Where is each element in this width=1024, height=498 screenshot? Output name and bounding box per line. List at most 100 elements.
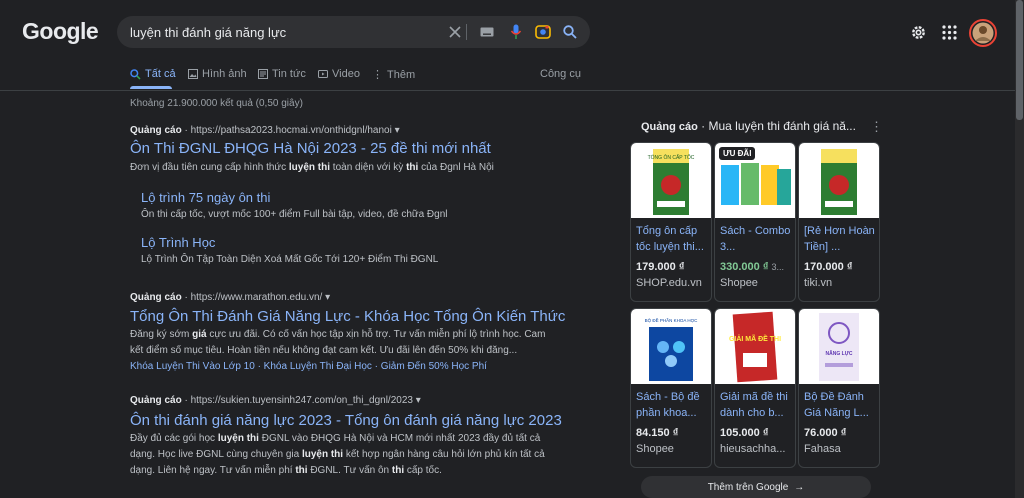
keyboard-icon[interactable]: [477, 22, 497, 42]
google-logo[interactable]: Google: [22, 18, 99, 45]
product-card[interactable]: GIẢI MÃ ĐỀ THI Giải mã đề thi dành cho b…: [714, 308, 796, 468]
product-card[interactable]: [Rẻ Hơn Hoàn Tiền] ... 170.000 ₫ tiki.vn: [798, 142, 880, 302]
deal-badge: ƯU ĐÃI: [719, 147, 756, 160]
product-price: 76.000 ₫: [804, 427, 847, 439]
product-image: NĂNG LỰC: [799, 309, 879, 384]
tab-label: Video: [332, 68, 360, 80]
sitelink-description: Ôn thi cấp tốc, vượt mốc 100+ điểm Full …: [141, 209, 448, 220]
product-store: tiki.vn: [804, 277, 833, 289]
original-price: 3...: [771, 262, 785, 272]
product-store: Fahasa: [804, 443, 841, 455]
shopping-title: · Mua luyện thi đánh giá nă...: [697, 119, 856, 133]
settings-gear-icon[interactable]: [910, 24, 927, 46]
product-price: 84.150 ₫: [636, 427, 679, 439]
tab-label: Hình ảnh: [202, 68, 247, 80]
dropdown-arrow-icon[interactable]: ▾: [395, 125, 400, 136]
clear-icon[interactable]: [445, 22, 465, 42]
product-name[interactable]: Bộ Đề Đánh Giá Năng L...: [804, 389, 876, 421]
ad-label: Quảng cáo: [130, 125, 182, 136]
result-url[interactable]: https://www.marathon.edu.vn/: [191, 292, 323, 303]
result-description: dạng. Học live ĐGNL cùng chuyên gia luyệ…: [130, 449, 545, 460]
product-image: ƯU ĐÃI: [715, 143, 795, 218]
tab-news[interactable]: Tin tức: [258, 68, 306, 80]
more-options-icon[interactable]: ⋮: [870, 119, 883, 135]
cover-text: NĂNG LỰC: [826, 350, 853, 357]
product-price: 170.000 ₫: [804, 261, 853, 273]
ad-label: Quảng cáo: [130, 292, 182, 303]
product-store: SHOP.edu.vn: [636, 277, 702, 289]
microphone-icon[interactable]: [506, 22, 526, 42]
product-name[interactable]: [Rẻ Hơn Hoàn Tiền] ...: [804, 223, 876, 255]
product-name[interactable]: Sách - Bộ đề phần khoa...: [636, 389, 708, 421]
product-image: [799, 143, 879, 218]
product-card[interactable]: ƯU ĐÃI Sách - Combo 3... 330.000 ₫ 3... …: [714, 142, 796, 302]
product-card[interactable]: BỘ ĐỀ PHẦN KHOA HỌC Sách - Bộ đề phần kh…: [630, 308, 712, 468]
product-image: BỘ ĐỀ PHẦN KHOA HỌC: [631, 309, 711, 384]
result-title[interactable]: Ôn thi đánh giá năng lực 2023 - Tổng ôn …: [130, 412, 562, 429]
news-icon: [258, 69, 268, 79]
result-title[interactable]: Ôn Thi ĐGNL ĐHQG Hà Nội 2023 - 25 đề thi…: [130, 140, 491, 157]
divider: [466, 24, 467, 40]
product-name[interactable]: Tổng ôn cấp tốc luyện thi...: [636, 223, 708, 255]
product-name[interactable]: Giải mã đề thi dành cho b...: [720, 389, 792, 421]
camera-lens-icon[interactable]: [533, 22, 553, 42]
result-url[interactable]: https://sukien.tuyensinh247.com/on_thi_d…: [191, 395, 413, 406]
tab-all[interactable]: Tất cả: [130, 68, 176, 80]
search-icon[interactable]: [560, 22, 580, 42]
search-input[interactable]: luyện thi đánh giá năng lực: [130, 25, 286, 40]
active-tab-indicator: [130, 86, 172, 89]
result-description: Đăng ký sớm giá cực ưu đãi. Có cố vấn họ…: [130, 329, 546, 340]
result-title[interactable]: Tổng Ôn Thi Đánh Giá Năng Lực - Khóa Học…: [130, 308, 565, 325]
more-on-google-label: Thêm trên Google: [707, 481, 789, 493]
more-vert-icon: ⋮: [372, 69, 383, 81]
cover-text: TỔNG ÔN CẤP TỐC: [648, 154, 695, 161]
search-icon: [130, 68, 141, 80]
result-description: Đầy đủ các gói học luyện thi ĐGNL vào ĐH…: [130, 433, 541, 444]
product-store: Shopee: [636, 443, 674, 455]
product-price: 179.000 ₫: [636, 261, 685, 273]
tab-more[interactable]: ⋮ Thêm: [372, 68, 416, 82]
scrollbar-thumb[interactable]: [1016, 0, 1023, 120]
sitelink-title[interactable]: Lộ trình 75 ngày ôn thi: [141, 190, 270, 205]
ad-url-line: Quảng cáo · https://sukien.tuyensinh247.…: [130, 395, 421, 406]
dropdown-arrow-icon[interactable]: ▾: [325, 292, 330, 303]
product-store: Shopee: [720, 277, 758, 289]
user-avatar[interactable]: [969, 19, 997, 52]
apps-grid-icon[interactable]: [942, 25, 957, 45]
result-description: Đơn vị đầu tiên cung cấp hình thức luyện…: [130, 162, 494, 173]
sitelink-title[interactable]: Lộ Trình Học: [141, 235, 215, 250]
sitelink-description: Lộ Trình Ôn Tập Toàn Diện Xoá Mất Gốc Tớ…: [141, 254, 439, 265]
product-image: TỔNG ÔN CẤP TỐC: [631, 143, 711, 218]
product-name[interactable]: Sách - Combo 3...: [720, 223, 792, 255]
tab-label: Thêm: [387, 68, 416, 81]
tools-label: Công cụ: [540, 68, 581, 80]
search-box[interactable]: luyện thi đánh giá năng lực: [117, 16, 590, 48]
product-price: 330.000 ₫ 3...: [720, 261, 785, 273]
result-description: kết điểm số mục tiêu. Hoàn tiền nếu khôn…: [130, 345, 518, 356]
tab-videos[interactable]: Video: [318, 68, 360, 80]
ad-url-line: Quảng cáo · https://pathsa2023.hocmai.vn…: [130, 125, 400, 136]
ad-label: Quảng cáo: [130, 395, 182, 406]
result-description: dạng. Liên hệ ngay. Tư vấn miễn phí thi …: [130, 465, 442, 476]
ad-url-line: Quảng cáo · https://www.marathon.edu.vn/…: [130, 292, 331, 303]
tools-button[interactable]: Công cụ: [540, 68, 581, 80]
product-card[interactable]: NĂNG LỰC Bộ Đề Đánh Giá Năng L... 76.000…: [798, 308, 880, 468]
arrow-right-icon: →: [794, 481, 805, 493]
product-card[interactable]: TỔNG ÔN CẤP TỐC Tổng ôn cấp tốc luyện th…: [630, 142, 712, 302]
video-icon: [318, 70, 328, 78]
tab-images[interactable]: Hình ảnh: [188, 68, 247, 80]
dropdown-arrow-icon[interactable]: ▾: [416, 395, 421, 406]
product-price: 105.000 ₫: [720, 427, 769, 439]
tab-label: Tin tức: [272, 68, 306, 80]
product-image: GIẢI MÃ ĐỀ THI: [715, 309, 795, 384]
ad-label: Quảng cáo: [641, 121, 698, 133]
result-url[interactable]: https://pathsa2023.hocmai.vn/onthidgnl/h…: [191, 125, 392, 136]
product-store: hieusachha...: [720, 443, 786, 455]
result-stats: Khoảng 21.900.000 kết quả (0,50 giây): [130, 98, 303, 109]
more-on-google-button[interactable]: Thêm trên Google →: [641, 476, 871, 498]
shopping-header: Quảng cáo · Mua luyện thi đánh giá nă...: [641, 119, 856, 133]
image-icon: [188, 69, 198, 79]
result-links[interactable]: Khóa Luyện Thi Vào Lớp 10 · Khóa Luyện T…: [130, 361, 487, 372]
cover-text: BỘ ĐỀ PHẦN KHOA HỌC: [645, 317, 699, 323]
tab-label: Tất cả: [145, 68, 176, 80]
